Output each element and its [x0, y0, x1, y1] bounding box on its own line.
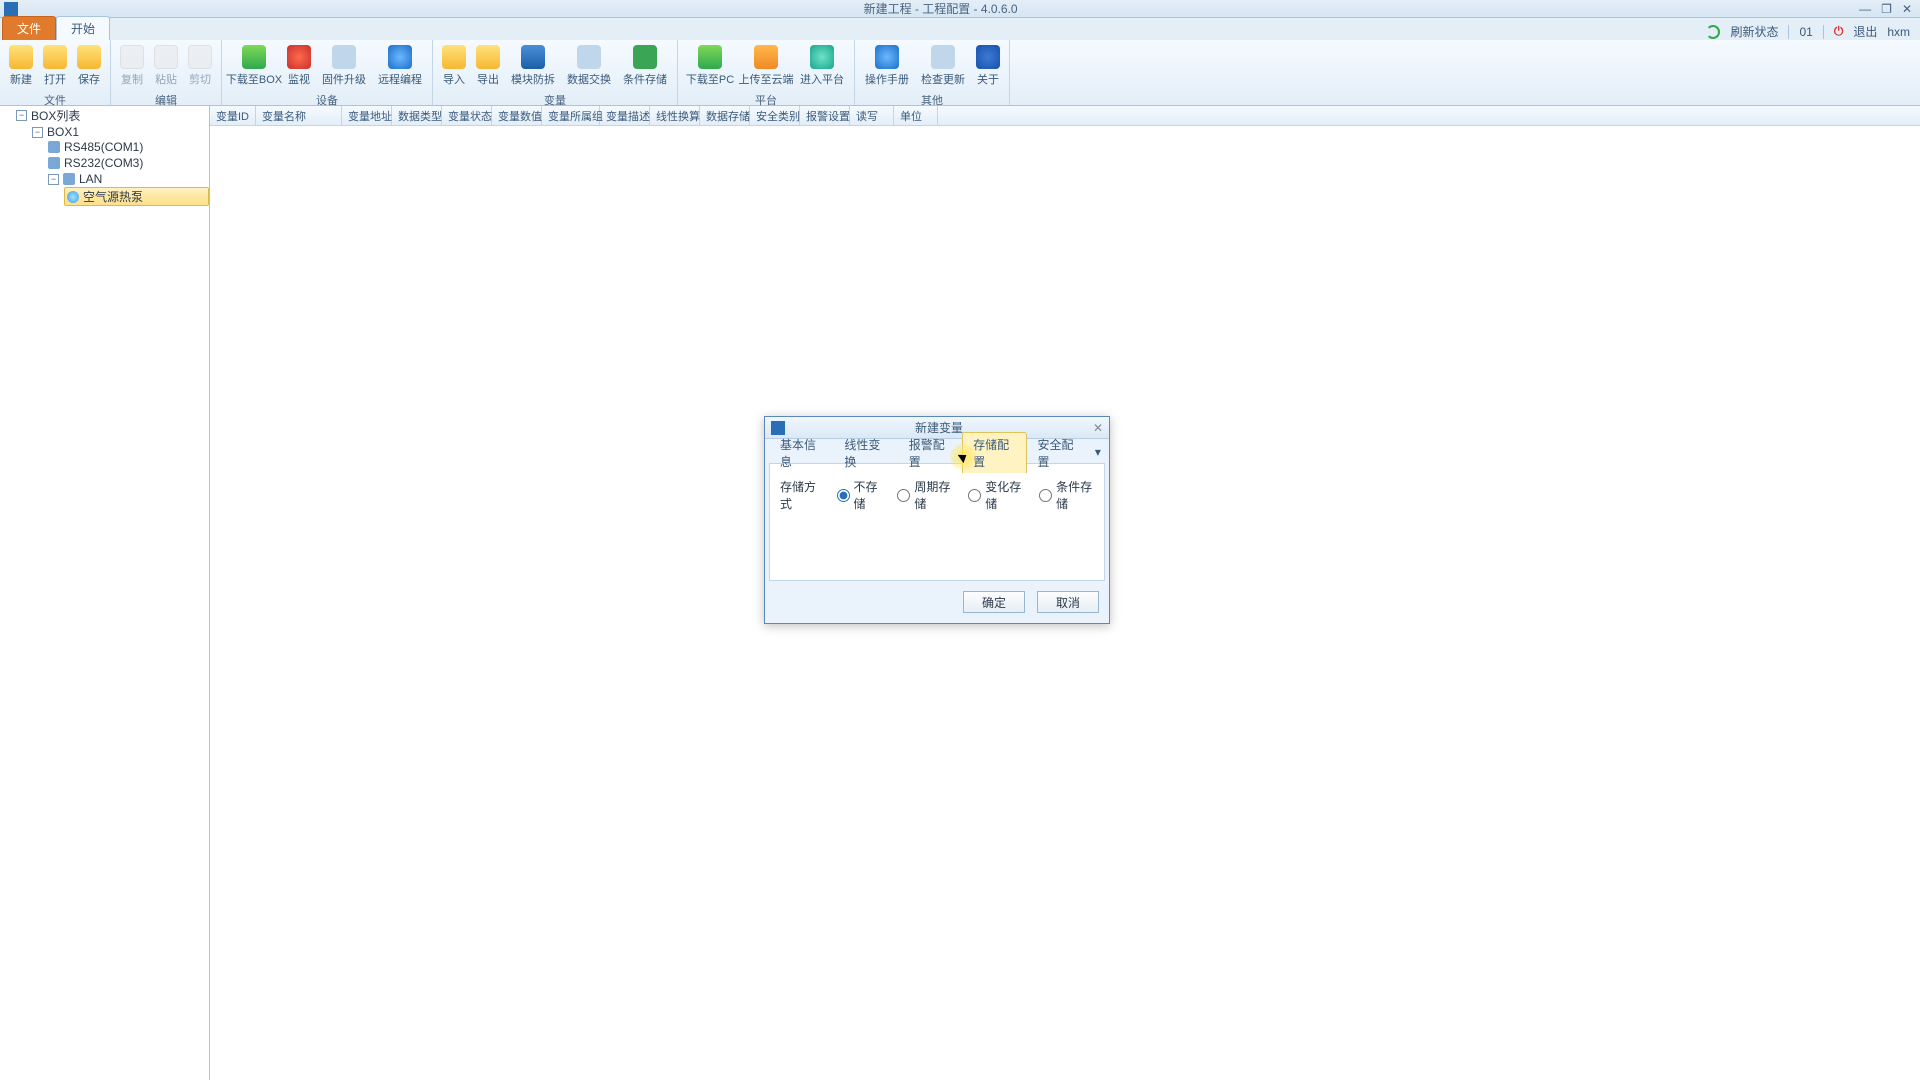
menu-tab-strip: 文件 开始 刷新状态 01 ⏻ 退出 hxm — [0, 18, 1920, 40]
export-button[interactable]: 导出 — [471, 42, 505, 90]
device-icon — [67, 191, 79, 203]
window-title: 新建工程 - 工程配置 - 4.0.6.0 — [22, 0, 1859, 17]
copy-icon — [120, 45, 144, 69]
ribbon-group-device: 下载至BOX 监视 固件升级 远程编程 设备 — [222, 40, 433, 105]
conditional-storage-button[interactable]: 条件存储 — [617, 42, 673, 90]
window-maximize-button[interactable]: ❐ — [1881, 2, 1892, 16]
refresh-status-button[interactable]: 刷新状态 — [1730, 23, 1778, 40]
tab-security[interactable]: 安全配置 — [1027, 432, 1091, 473]
download-to-pc-button[interactable]: 下载至PC — [682, 42, 738, 90]
download-to-box-button[interactable]: 下载至BOX — [226, 42, 282, 90]
tab-storage[interactable]: 存储配置 — [962, 432, 1026, 473]
radio-condition-storage[interactable]: 条件存储 — [1039, 478, 1094, 512]
data-exchange-button[interactable]: 数据交换 — [561, 42, 617, 90]
import-icon — [442, 45, 466, 69]
cut-button[interactable]: 剪切 — [183, 42, 217, 90]
new-icon — [9, 45, 33, 69]
update-icon — [931, 45, 955, 69]
storage-mode-label: 存储方式 — [780, 478, 821, 512]
port-icon — [48, 157, 60, 169]
manual-button[interactable]: 操作手册 — [859, 42, 915, 90]
refresh-icon — [1706, 25, 1720, 39]
tree-device-air-heat-pump[interactable]: 空气源热泵 — [64, 186, 209, 207]
dialog-body: 存储方式 不存储 周期存储 变化存储 条件存储 — [769, 463, 1105, 581]
save-button[interactable]: 保存 — [72, 42, 106, 90]
globe-icon — [388, 45, 412, 69]
download-icon — [242, 45, 266, 69]
collapse-icon[interactable]: − — [16, 110, 27, 121]
exit-icon: ⏻ — [1834, 24, 1844, 39]
enter-icon — [810, 45, 834, 69]
tree-box[interactable]: −BOX1 RS485(COM1) RS232(COM3) −LAN 空气源热泵 — [32, 124, 209, 209]
info-icon — [976, 45, 1000, 69]
enter-platform-button[interactable]: 进入平台 — [794, 42, 850, 90]
port-icon — [48, 141, 60, 153]
window-close-button[interactable]: ✕ — [1902, 2, 1912, 16]
variable-grid: 变量ID 变量名称 变量地址 数据类型 变量状态 变量数值 变量所属组 变量描述… — [210, 106, 1920, 1080]
tree-rs485[interactable]: RS485(COM1) — [48, 139, 209, 155]
cancel-button[interactable]: 取消 — [1037, 591, 1099, 613]
window-titlebar: 新建工程 - 工程配置 - 4.0.6.0 — ❐ ✕ — [0, 0, 1920, 18]
help-icon — [875, 45, 899, 69]
menu-tab-start[interactable]: 开始 — [56, 16, 110, 40]
export-icon — [476, 45, 500, 69]
ribbon-group-other: 操作手册 检查更新 关于 其他 — [855, 40, 1010, 105]
ribbon-group-platform: 下载至PC 上传至云端 进入平台 平台 — [678, 40, 855, 105]
save-icon — [77, 45, 101, 69]
radio-period-storage[interactable]: 周期存储 — [897, 478, 952, 512]
tree-root[interactable]: −BOX列表 −BOX1 RS485(COM1) RS232(COM3) −LA… — [16, 106, 209, 210]
copy-button[interactable]: 复制 — [115, 42, 149, 90]
download-pc-icon — [698, 45, 722, 69]
new-button[interactable]: 新建 — [4, 42, 38, 90]
monitor-icon — [287, 45, 311, 69]
paste-icon — [154, 45, 178, 69]
about-button[interactable]: 关于 — [971, 42, 1005, 90]
ribbon-toolbar: 新建 打开 保存 文件 复制 粘贴 剪切 编辑 下载至BOX 监视 固件升级 远… — [0, 40, 1920, 106]
firmware-upgrade-button[interactable]: 固件升级 — [316, 42, 372, 90]
app-icon — [4, 2, 18, 16]
exit-button[interactable]: 退出 — [1853, 23, 1877, 40]
cut-icon — [188, 45, 212, 69]
window-minimize-button[interactable]: — — [1859, 2, 1871, 16]
import-button[interactable]: 导入 — [437, 42, 471, 90]
tree-rs232[interactable]: RS232(COM3) — [48, 155, 209, 171]
check-update-button[interactable]: 检查更新 — [915, 42, 971, 90]
storage-icon — [633, 45, 657, 69]
menu-tab-file[interactable]: 文件 — [2, 16, 56, 40]
new-variable-dialog: 新建变量 ✕ 基本信息 线性变换 报警配置 存储配置 安全配置 ▾ 存储方式 不… — [764, 416, 1110, 624]
radio-no-storage[interactable]: 不存储 — [837, 478, 882, 512]
monitor-button[interactable]: 监视 — [282, 42, 316, 90]
paste-button[interactable]: 粘贴 — [149, 42, 183, 90]
firmware-icon — [332, 45, 356, 69]
dialog-tab-strip: 基本信息 线性变换 报警配置 存储配置 安全配置 ▾ — [765, 439, 1109, 463]
status-count: 01 — [1799, 25, 1812, 39]
tab-alarm[interactable]: 报警配置 — [898, 432, 962, 473]
tab-linear[interactable]: 线性变换 — [833, 432, 897, 473]
lan-icon — [63, 173, 75, 185]
tab-basic-info[interactable]: 基本信息 — [769, 432, 833, 473]
open-button[interactable]: 打开 — [38, 42, 72, 90]
shield-icon — [521, 45, 545, 69]
device-tree-pane: −BOX列表 −BOX1 RS485(COM1) RS232(COM3) −LA… — [0, 106, 210, 1080]
remote-program-button[interactable]: 远程编程 — [372, 42, 428, 90]
collapse-icon[interactable]: − — [48, 174, 59, 185]
radio-change-storage[interactable]: 变化存储 — [968, 478, 1023, 512]
status-user: hxm — [1887, 25, 1910, 39]
tab-overflow-dropdown[interactable]: ▾ — [1091, 445, 1105, 459]
upload-to-cloud-button[interactable]: 上传至云端 — [738, 42, 794, 90]
ribbon-group-edit: 复制 粘贴 剪切 编辑 — [111, 40, 222, 105]
ok-button[interactable]: 确定 — [963, 591, 1025, 613]
tree-lan[interactable]: −LAN 空气源热泵 — [48, 171, 209, 208]
open-icon — [43, 45, 67, 69]
collapse-icon[interactable]: − — [32, 127, 43, 138]
exchange-icon — [577, 45, 601, 69]
ribbon-group-variable: 导入 导出 模块防拆 数据交换 条件存储 变量 — [433, 40, 678, 105]
module-tamper-button[interactable]: 模块防拆 — [505, 42, 561, 90]
upload-cloud-icon — [754, 45, 778, 69]
ribbon-group-file: 新建 打开 保存 文件 — [0, 40, 111, 105]
